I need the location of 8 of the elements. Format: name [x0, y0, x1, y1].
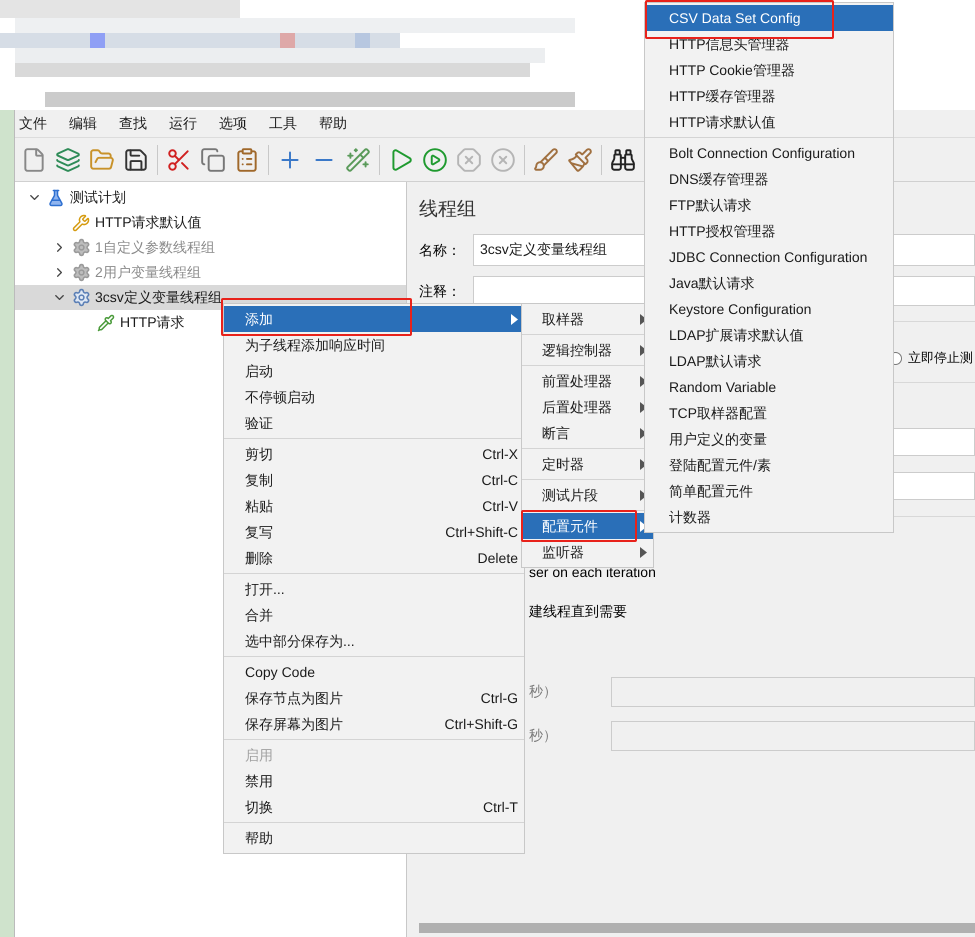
panel-title: 线程组 [419, 198, 476, 222]
option-label: 立即停止测 [908, 349, 973, 368]
field-label: 名称： [419, 240, 462, 260]
checkbox-label: 建线程直到需要 [529, 602, 627, 621]
field-label: 注释： [419, 282, 462, 300]
field-label: 秒） [529, 727, 557, 743]
field-label: 秒） [529, 683, 557, 699]
checkbox-label: ser on each iteration [529, 563, 656, 582]
